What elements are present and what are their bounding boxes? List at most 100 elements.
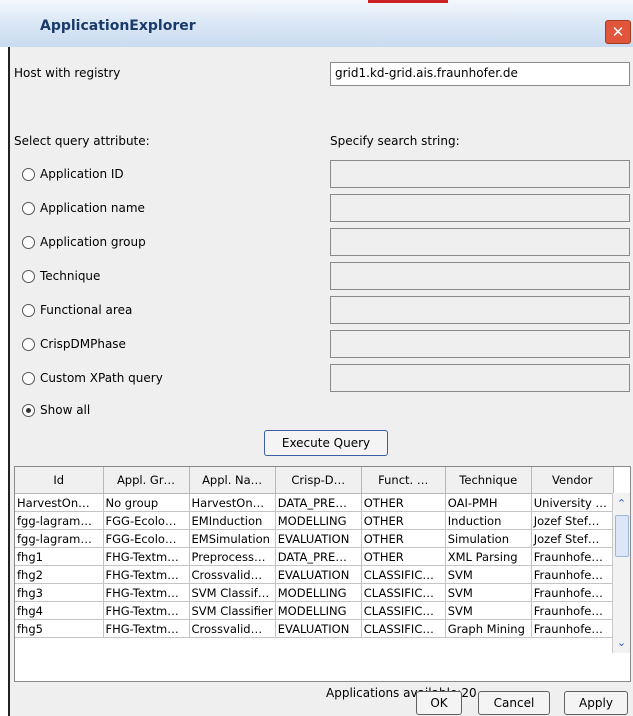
table-cell: EVALUATION	[275, 529, 362, 548]
table-cell: CLASSIFIC…	[361, 601, 446, 620]
scrollbar-thumb[interactable]	[615, 515, 629, 557]
radio-button-icon	[22, 201, 35, 215]
column-header-appl-group[interactable]: Appl. Gr…	[103, 467, 190, 494]
table-cell: DATA_PRE…	[275, 493, 362, 512]
table-cell: Fraunhofe…	[531, 565, 614, 584]
column-header-id[interactable]: Id	[15, 467, 104, 494]
table-cell: CLASSIFIC…	[361, 565, 446, 584]
table-vertical-scrollbar[interactable]: ⌃ ⌄	[612, 493, 630, 653]
radio-button-selected-icon	[22, 403, 35, 417]
search-field-application-group[interactable]	[330, 228, 630, 256]
execute-query-button[interactable]: Execute Query	[264, 430, 388, 456]
table-cell: DATA_PRE…	[275, 547, 362, 566]
table-cell: SVM	[445, 601, 532, 620]
table-cell: HarvestOn…	[189, 493, 276, 512]
table-cell: Simulation	[445, 529, 532, 548]
table-cell: MODELLING	[275, 601, 362, 620]
table-cell: Fraunhofe…	[531, 583, 614, 602]
radio-button-icon	[22, 235, 35, 249]
radio-technique[interactable]: Technique	[22, 266, 100, 286]
search-field-application-id[interactable]	[330, 160, 630, 188]
table-cell: SVM Classifier	[189, 601, 276, 620]
search-field-functional-area[interactable]	[330, 296, 630, 324]
table-cell: fgg-lagram…	[15, 529, 104, 548]
table-cell: FHG-Textm…	[103, 619, 190, 638]
table-cell: No group	[103, 493, 190, 512]
table-cell: FHG-Textm…	[103, 601, 190, 620]
table-cell: FHG-Textm…	[103, 583, 190, 602]
scroll-up-icon[interactable]: ⌃	[613, 495, 630, 512]
apply-button[interactable]: Apply	[564, 691, 628, 715]
table-row[interactable]: fgg-lagram… FGG-Ecolo… EMInduction MODEL…	[15, 511, 614, 530]
scroll-down-icon[interactable]: ⌄	[613, 634, 630, 651]
window-title: ApplicationExplorer	[40, 18, 196, 34]
table-cell: fhg3	[15, 583, 104, 602]
table-cell: Preprocess…	[189, 547, 276, 566]
radio-label: Show all	[40, 403, 91, 417]
table-cell: Crossvalid…	[189, 619, 276, 638]
column-header-technique[interactable]: Technique	[445, 467, 532, 494]
radio-custom-xpath-query[interactable]: Custom XPath query	[22, 368, 163, 388]
table-row[interactable]: fhg4 FHG-Textm… SVM Classifier MODELLING…	[15, 601, 614, 620]
table-cell: EVALUATION	[275, 619, 362, 638]
radio-button-icon	[22, 337, 35, 351]
radio-button-icon	[22, 303, 35, 317]
radio-label: Functional area	[40, 303, 133, 317]
table-cell: FHG-Textm…	[103, 565, 190, 584]
search-field-custom-xpath[interactable]	[330, 364, 630, 392]
column-header-crisp-dm[interactable]: Crisp-D…	[275, 467, 362, 494]
table-cell: OTHER	[361, 493, 446, 512]
table-cell: MODELLING	[275, 583, 362, 602]
table-header-row: Id Appl. Gr… Appl. Na… Crisp-D… Funct. ……	[15, 467, 614, 494]
table-cell: EMSimulation	[189, 529, 276, 548]
search-string-label: Specify search string:	[330, 134, 460, 148]
table-row[interactable]: fgg-lagram… FGG-Ecolo… EMSimulation EVAL…	[15, 529, 614, 548]
table-row[interactable]: fhg2 FHG-Textm… Crossvalid… EVALUATION C…	[15, 565, 614, 584]
table-cell: Induction	[445, 511, 532, 530]
column-header-appl-name[interactable]: Appl. Na…	[189, 467, 276, 494]
table-cell: FHG-Textm…	[103, 547, 190, 566]
table-cell: Jozef Stef…	[531, 529, 614, 548]
radio-crispdmphase[interactable]: CrispDMPhase	[22, 334, 126, 354]
table-cell: XML Parsing	[445, 547, 532, 566]
table-row[interactable]: HarvestOn… No group HarvestOn… DATA_PRE……	[15, 493, 614, 512]
table-row[interactable]: fhg3 FHG-Textm… SVM Classif… MODELLING C…	[15, 583, 614, 602]
cancel-button[interactable]: Cancel	[478, 691, 550, 715]
radio-functional-area[interactable]: Functional area	[22, 300, 132, 320]
column-header-functional-area[interactable]: Funct. …	[361, 467, 446, 494]
table-cell: fhg2	[15, 565, 104, 584]
ok-button[interactable]: OK	[416, 691, 462, 715]
table-cell: SVM	[445, 583, 532, 602]
table-cell: MODELLING	[275, 511, 362, 530]
search-field-technique[interactable]	[330, 262, 630, 290]
radio-label: Technique	[40, 269, 101, 283]
query-attribute-label: Select query attribute:	[14, 134, 150, 148]
host-field[interactable]: grid1.kd-grid.ais.fraunhofer.de	[330, 62, 630, 86]
table-cell: CLASSIFIC…	[361, 619, 446, 638]
table-row[interactable]: fhg1 FHG-Textm… Preprocess… DATA_PRE… OT…	[15, 547, 614, 566]
radio-application-id[interactable]: Application ID	[22, 164, 124, 184]
radio-label: Application ID	[40, 167, 124, 181]
decorative-red-mark	[368, 0, 448, 3]
radio-application-group[interactable]: Application group	[22, 232, 146, 252]
table-cell: SVM	[445, 565, 532, 584]
column-header-vendor[interactable]: Vendor	[531, 467, 614, 494]
table-row[interactable]: fhg5 FHG-Textm… Crossvalid… EVALUATION C…	[15, 619, 614, 638]
table-cell: SVM Classif…	[189, 583, 276, 602]
radio-show-all[interactable]: Show all	[22, 400, 90, 420]
radio-application-name[interactable]: Application name	[22, 198, 145, 218]
title-bar: ApplicationExplorer ✕	[0, 0, 633, 47]
window-frame-left	[8, 47, 10, 716]
radio-button-icon	[22, 371, 35, 385]
table-cell: HarvestOn…	[15, 493, 104, 512]
close-button[interactable]: ✕	[605, 20, 631, 44]
search-field-application-name[interactable]	[330, 194, 630, 222]
table-cell: Fraunhofe…	[531, 547, 614, 566]
table-cell: fhg4	[15, 601, 104, 620]
radio-button-icon	[22, 269, 35, 283]
radio-label: CrispDMPhase	[40, 337, 126, 351]
table-cell: OTHER	[361, 511, 446, 530]
table-cell: FGG-Ecolo…	[103, 529, 190, 548]
search-field-crispdmphase[interactable]	[330, 330, 630, 358]
radio-label: Custom XPath query	[40, 371, 163, 385]
